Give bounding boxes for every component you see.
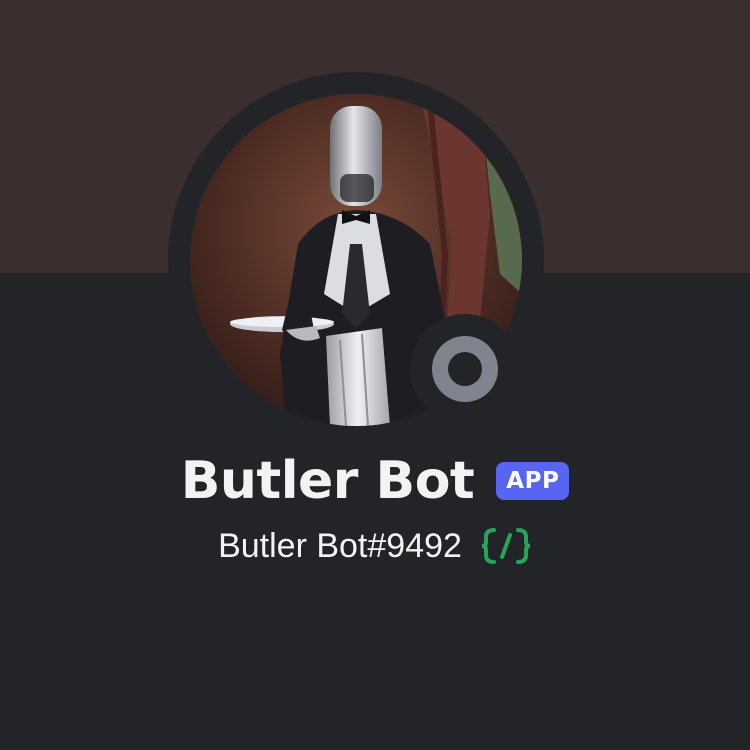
display-name-row: Butler Bot APP: [0, 446, 750, 516]
offline-status-icon: [432, 336, 498, 402]
user-profile-card: Butler Bot APP Butler Bot#9492: [0, 0, 750, 750]
status-indicator-hole: [448, 352, 482, 386]
slash-commands-icon[interactable]: [480, 526, 532, 566]
username-row: Butler Bot#9492: [0, 522, 750, 570]
username[interactable]: Butler Bot#9492: [218, 529, 462, 563]
display-name: Butler Bot: [180, 451, 475, 511]
app-badge: APP: [496, 462, 570, 500]
slash-commands-icon-graphic: [481, 528, 531, 564]
